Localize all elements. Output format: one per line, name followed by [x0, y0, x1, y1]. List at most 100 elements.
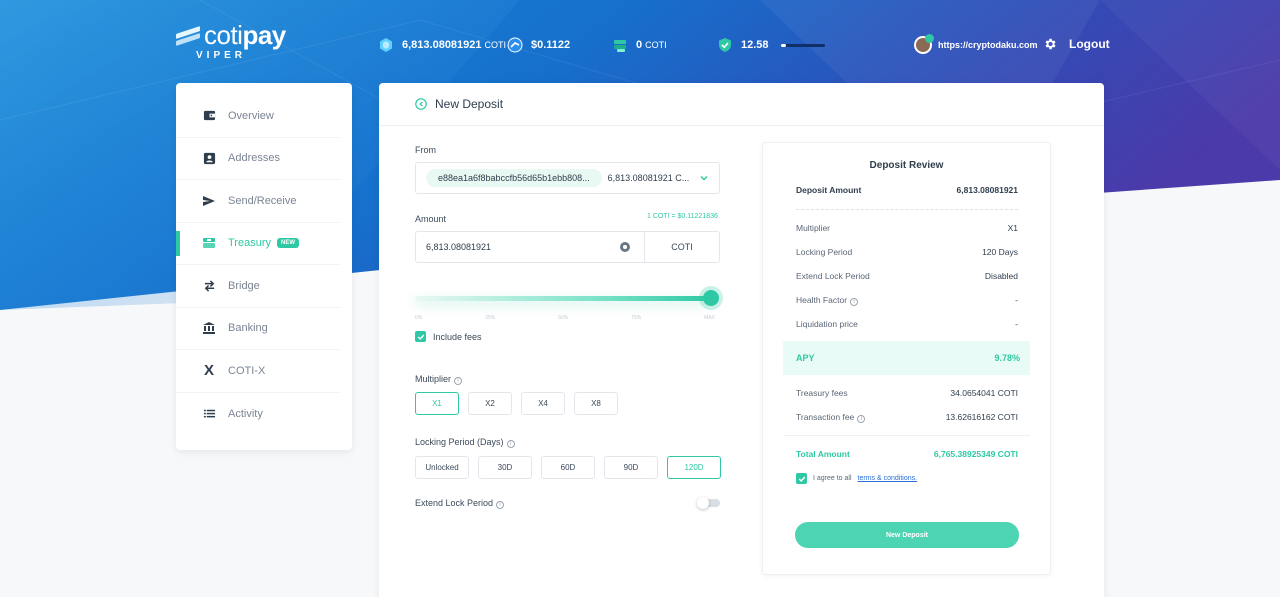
liquidation-price-row: Liquidation price -	[796, 319, 1018, 329]
treasury-stack-icon	[612, 37, 628, 53]
review-label: Multiplier	[796, 223, 831, 233]
lock-90d[interactable]: 90D	[604, 456, 658, 479]
amount-value[interactable]: 6,813.08081921	[416, 242, 620, 252]
back-arrow-icon[interactable]	[415, 98, 427, 110]
from-address-select[interactable]: e88ea1a6f8babccfb56d65b1ebb808... 6,813.…	[415, 162, 720, 194]
swap-arrows-icon	[202, 279, 216, 293]
sidebar-item-activity[interactable]: Activity	[176, 393, 340, 436]
apy-row: APY 9.78%	[783, 341, 1030, 375]
lock-unlocked[interactable]: Unlocked	[415, 456, 469, 479]
brand-logo[interactable]: cotipay VIPER	[176, 20, 286, 61]
info-icon[interactable]: i	[857, 415, 866, 423]
slider-track[interactable]	[415, 296, 711, 301]
sidebar-item-treasury[interactable]: Treasury NEW	[176, 223, 340, 265]
slider-tick: 25%	[485, 315, 496, 321]
sidebar-item-overview[interactable]: Overview	[176, 95, 340, 138]
deposit-amount-row: Deposit Amount 6,813.08081921	[796, 185, 1018, 195]
review-value: 6,813.08081921	[956, 185, 1018, 195]
sidebar-item-addresses[interactable]: Addresses	[176, 138, 340, 180]
total-value: 6,765.38925349 COTI	[933, 449, 1018, 459]
from-balance: 6,813.08081921 C...	[607, 173, 690, 183]
lock-60d[interactable]: 60D	[541, 456, 595, 479]
terms-text: I agree to all	[813, 475, 852, 482]
settings-gear-icon[interactable]	[1043, 37, 1057, 51]
transaction-fee-row: Transaction fee i 13.62616162 COTI	[796, 412, 1018, 423]
new-deposit-button[interactable]: New Deposit	[795, 522, 1019, 548]
terms-checkbox[interactable]: I agree to all terms & conditions.	[796, 473, 917, 484]
treasury-fees-row: Treasury fees 34.0654041 COTI	[796, 388, 1018, 398]
amount-slider[interactable]	[415, 290, 719, 306]
shield-check-icon	[717, 37, 733, 53]
review-label: Locking Period	[796, 247, 853, 257]
info-icon[interactable]: i	[850, 298, 859, 306]
sidebar-item-banking[interactable]: Banking	[176, 308, 340, 350]
info-icon[interactable]: i	[506, 440, 515, 448]
treasury-amount: 0	[636, 39, 643, 51]
checkmark-icon[interactable]	[415, 331, 426, 342]
divider	[783, 435, 1030, 436]
info-icon[interactable]: i	[454, 377, 463, 385]
amount-label: Amount	[415, 214, 447, 224]
checkmark-icon[interactable]	[796, 473, 807, 484]
deposit-review-card: Deposit Review Deposit Amount 6,813.0808…	[762, 142, 1051, 575]
deposit-panel: New Deposit From e88ea1a6f8babccfb56d65b…	[379, 83, 1104, 597]
address-card-icon	[202, 151, 216, 165]
clear-icon[interactable]	[620, 242, 630, 252]
treasury-stat: 0 COTI	[612, 37, 667, 53]
user-profile[interactable]: https://cryptodaku.com	[914, 34, 1038, 54]
chevron-down-icon[interactable]	[699, 173, 709, 183]
price-coin-icon	[507, 37, 523, 53]
locking-period-label: Locking Period (Days) i	[415, 437, 515, 448]
slider-tick: MAX	[704, 315, 715, 321]
user-url[interactable]: https://cryptodaku.com	[938, 40, 1038, 50]
sidebar-item-label: Bridge	[228, 279, 260, 292]
multiplier-x2[interactable]: X2	[468, 392, 512, 415]
multiplier-x8[interactable]: X8	[574, 392, 618, 415]
online-status-dot	[925, 34, 934, 43]
amount-currency: COTI	[644, 232, 719, 262]
terms-link[interactable]: terms & conditions.	[858, 475, 918, 482]
logout-button[interactable]: Logout	[1069, 37, 1110, 51]
multiplier-x1[interactable]: X1	[415, 392, 459, 415]
review-value: -	[1015, 319, 1018, 329]
slider-tick: 50%	[558, 315, 569, 321]
sidebar-item-coti-x[interactable]: X COTI-X	[176, 350, 340, 393]
lock-120d[interactable]: 120D	[667, 456, 721, 479]
treasury-icon	[202, 236, 216, 250]
multiplier-label: Multiplier i	[415, 374, 463, 385]
multiplier-x4[interactable]: X4	[521, 392, 565, 415]
page-title: New Deposit	[435, 97, 504, 111]
slider-tick: 75%	[631, 315, 642, 321]
extend-lock-toggle[interactable]	[697, 497, 720, 509]
include-fees-label: Include fees	[433, 331, 482, 342]
price-stat: $0.1122	[507, 37, 570, 53]
total-label: Total Amount	[796, 449, 850, 459]
sidebar-item-bridge[interactable]: Bridge	[176, 265, 340, 308]
avatar[interactable]	[914, 34, 934, 54]
info-icon[interactable]: i	[496, 501, 505, 509]
review-value: 34.0654041 COTI	[950, 388, 1018, 398]
include-fees-checkbox[interactable]: Include fees	[415, 331, 482, 342]
review-value: 120 Days	[982, 247, 1018, 257]
health-factor-row: Health Factor i -	[796, 295, 1018, 306]
sidebar-item-label: Banking	[228, 322, 268, 335]
coti-logo-icon	[176, 25, 200, 46]
amount-input[interactable]: 6,813.08081921 COTI	[415, 231, 720, 263]
total-amount-row: Total Amount 6,765.38925349 COTI	[796, 449, 1018, 459]
lock-30d[interactable]: 30D	[478, 456, 532, 479]
price-value: $0.1122	[531, 39, 571, 51]
review-value: 13.62616162 COTI	[945, 412, 1018, 422]
review-value: Disabled	[984, 271, 1018, 281]
sidebar-item-label: Send/Receive	[228, 194, 297, 207]
slider-thumb[interactable]	[703, 290, 719, 306]
sidebar-item-label: COTI-X	[228, 364, 266, 377]
coti-coin-icon	[378, 37, 394, 53]
paper-plane-icon	[202, 194, 216, 208]
new-badge: NEW	[277, 238, 299, 249]
review-label: Treasury fees	[796, 388, 848, 398]
balance-stat: 6,813.08081921 COTI	[378, 37, 506, 53]
sidebar-item-send-receive[interactable]: Send/Receive	[176, 180, 340, 223]
balance-amount: 6,813.08081921	[402, 39, 482, 51]
panel-header: New Deposit	[379, 83, 1104, 126]
exchange-rate: 1 COTI = $0.11221836	[647, 213, 718, 220]
